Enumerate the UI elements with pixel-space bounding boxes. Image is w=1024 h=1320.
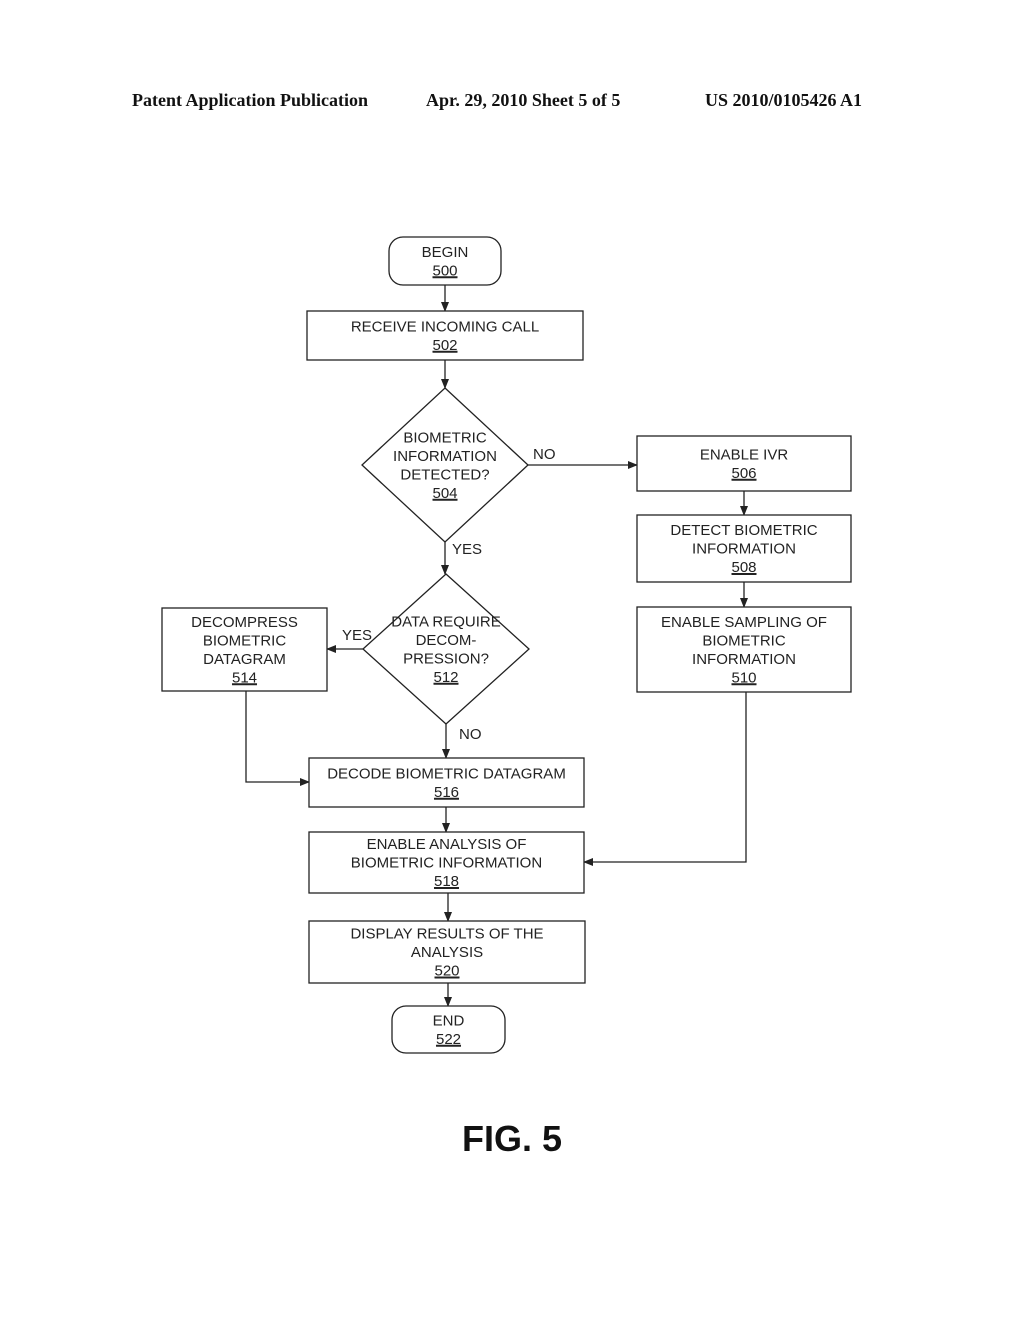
node-text-line: DECOM- — [416, 632, 477, 649]
decision-diamond — [362, 573, 530, 725]
node-text-line: BIOMETRIC — [702, 632, 786, 649]
node-text-line: DECODE BIOMETRIC DATAGRAM — [327, 765, 566, 782]
edge-label-yes: YES — [342, 627, 372, 644]
reference-number: 512 — [433, 669, 458, 686]
node-518-process: ENABLE ANALYSIS OF BIOMETRIC INFORMATION5… — [308, 831, 585, 894]
node-text-line: ENABLE IVR — [700, 446, 789, 463]
edge-504-506: NO — [528, 446, 638, 469]
edge-510-518 — [583, 692, 747, 866]
nodes-layer: BEGIN500 RECEIVE INCOMING CALL 502 BIOMETRI… — [161, 236, 852, 1054]
reference-number: 522 — [436, 1031, 461, 1048]
connector-arrow — [583, 692, 747, 866]
reference-number: 504 — [432, 485, 457, 502]
node-508-process: DETECT BIOMETRIC INFORMATION508 — [636, 514, 852, 583]
node-text-line: END — [433, 1012, 465, 1029]
node-text-line: DISPLAY RESULTS OF THE — [350, 926, 543, 943]
node-text-line: PRESSION? — [403, 650, 489, 667]
process-box — [636, 435, 852, 492]
figure-label: FIG. 5 — [461, 1118, 563, 1159]
edge-label-no: NO — [533, 446, 556, 463]
node-504-decision: BIOMETRIC INFORMATIONDETECTED? 504 — [361, 387, 529, 543]
node-520-process: DISPLAY RESULTS OF THEANALYSIS 520 — [308, 920, 586, 984]
node-text-line: DATA REQUIRE — [391, 613, 500, 630]
node-512-decision: DATA REQUIRE DECOM-PRESSION? 512 — [362, 573, 530, 725]
node-text-line: INFORMATION — [692, 541, 796, 558]
node-514-process: DECOMPRESSBIOMETRIC DATAGRAM514 — [161, 607, 328, 692]
node-text-line: ANALYSIS — [411, 944, 483, 961]
reference-number: 500 — [432, 262, 457, 279]
node-text-line: BIOMETRIC — [203, 632, 287, 649]
node-text-line: BIOMETRIC — [403, 429, 487, 446]
decision-diamond — [361, 387, 529, 543]
node-text-line: ENABLE ANALYSIS OF — [367, 836, 527, 853]
node-522-terminal: END 522 — [391, 1005, 506, 1054]
connector-arrow — [245, 691, 310, 786]
node-text-line: ENABLE SAMPLING OF — [661, 614, 827, 631]
node-502-process: RECEIVE INCOMING CALL 502 — [306, 310, 584, 361]
reference-number: 506 — [731, 465, 756, 482]
edge-label-no: NO — [459, 726, 482, 743]
node-text-line: DECOMPRESS — [191, 614, 298, 631]
reference-number: 502 — [432, 337, 457, 354]
node-text-line: RECEIVE INCOMING CALL — [351, 318, 539, 335]
reference-number: 508 — [731, 559, 756, 576]
edge-512-514: YES — [326, 627, 372, 653]
edge-514-516 — [245, 691, 310, 786]
node-text-line: BIOMETRIC INFORMATION — [351, 855, 542, 872]
reference-number: 510 — [731, 669, 756, 686]
edge-512-516: NO — [442, 724, 482, 759]
node-506-process: ENABLE IVR 506 — [636, 435, 852, 492]
reference-number: 516 — [434, 784, 459, 801]
reference-number: 518 — [434, 873, 459, 890]
node-text-line: DETECT BIOMETRIC — [670, 522, 817, 539]
reference-number: 514 — [232, 669, 257, 686]
node-516-process: DECODE BIOMETRIC DATAGRAM 516 — [308, 757, 585, 808]
node-text-line: INFORMATION — [393, 448, 497, 465]
node-500-terminal: BEGIN500 — [388, 236, 502, 286]
edge-504-512: YES — [441, 541, 482, 575]
node-510-process: ENABLE SAMPLING OFBIOMETRIC INFORMATION51… — [636, 606, 852, 693]
edge-label-yes: YES — [452, 541, 482, 558]
node-text-line: DETECTED? — [400, 466, 489, 483]
node-text-line: BEGIN — [422, 244, 469, 261]
reference-number: 520 — [434, 963, 459, 980]
node-text-line: DATAGRAM — [203, 651, 286, 668]
node-text-line: INFORMATION — [692, 651, 796, 668]
